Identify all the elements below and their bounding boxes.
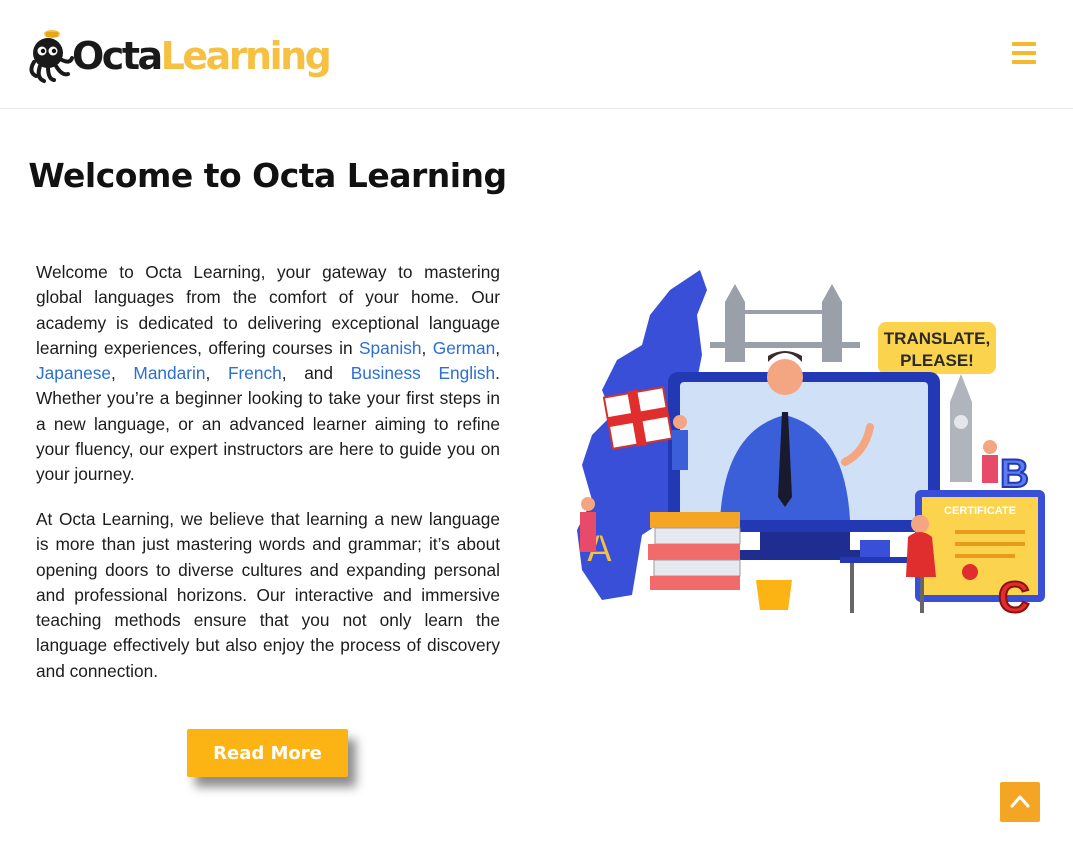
link-japanese[interactable]: Japanese xyxy=(36,363,111,383)
badge-line2: PLEASE! xyxy=(900,351,974,370)
translate-please-badge: TRANSLATE, PLEASE! xyxy=(878,322,996,374)
big-ben-icon xyxy=(950,374,972,482)
badge-line1: TRANSLATE, xyxy=(884,329,990,348)
link-german[interactable]: German xyxy=(433,338,495,358)
site-header: OctaLearning xyxy=(0,0,1073,109)
book-stack-icon xyxy=(648,512,741,590)
about-paragraph: At Octa Learning, we believe that learni… xyxy=(36,509,500,681)
link-mandarin[interactable]: Mandarin xyxy=(133,363,205,383)
octa-learning-logo[interactable]: OctaLearning xyxy=(26,26,332,86)
link-french[interactable]: French xyxy=(228,363,282,383)
logo-word-octa: Octa xyxy=(72,34,163,78)
scroll-to-top-button[interactable] xyxy=(1000,782,1040,822)
certificate-label: CERTIFICATE xyxy=(944,505,1016,517)
language-learning-illustration: TRANSLATE, PLEASE! CERTIFICATE A B C xyxy=(577,270,1045,623)
uk-flag-icon xyxy=(602,386,674,450)
link-business-english[interactable]: Business English xyxy=(351,363,495,383)
letter-c-icon: C xyxy=(998,573,1030,622)
chevron-up-icon xyxy=(1010,795,1030,808)
separator: , xyxy=(110,363,134,384)
intro-paragraph: Welcome to Octa Learning, your gateway t… xyxy=(36,260,500,488)
logo-wordmark: OctaLearning xyxy=(72,32,332,80)
separator: , xyxy=(495,337,500,358)
tower-bridge-icon xyxy=(710,284,860,362)
page-title: Welcome to Octa Learning xyxy=(28,156,507,195)
separator: , xyxy=(421,337,433,358)
logo-word-learning: Learning xyxy=(160,34,332,78)
separator-and: , and xyxy=(281,363,351,384)
read-more-button[interactable]: Read More xyxy=(187,729,348,777)
link-spanish[interactable]: Spanish xyxy=(359,338,421,358)
cup-icon xyxy=(756,580,792,610)
separator: , xyxy=(205,363,228,384)
octopus-mascot-icon xyxy=(29,30,74,83)
letter-b-icon: B xyxy=(1000,452,1029,496)
hamburger-menu-icon[interactable] xyxy=(1012,42,1036,64)
